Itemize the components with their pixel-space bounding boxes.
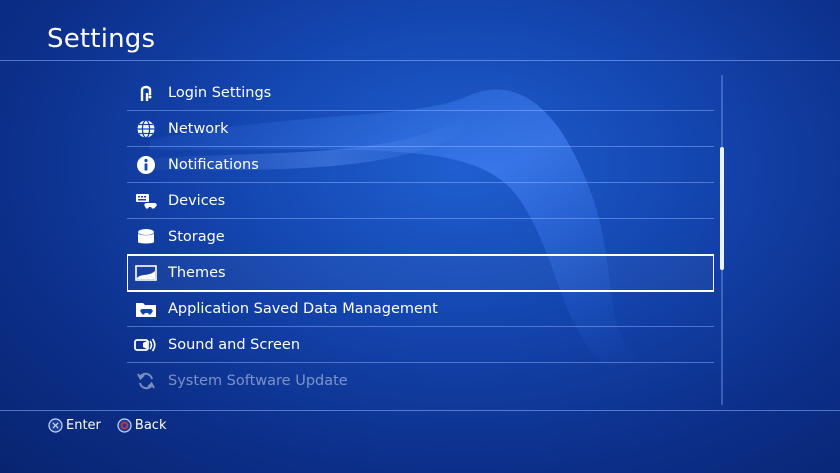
menu-item-devices[interactable]: Devices (127, 183, 714, 219)
menu-item-label: Network (168, 120, 229, 137)
menu-item-label: Notifications (168, 156, 259, 173)
storage-icon (134, 225, 158, 249)
circle-button-icon (117, 418, 132, 433)
menu-item-label: Themes (168, 264, 226, 281)
info-icon (134, 153, 158, 177)
back-hint[interactable]: Back (117, 418, 167, 433)
scrollbar-thumb[interactable] (720, 147, 724, 270)
devices-icon (134, 189, 158, 213)
menu-item-label: System Software Update (168, 373, 348, 389)
footer-divider (0, 410, 840, 411)
page-title: Settings (47, 24, 156, 54)
menu-item-network[interactable]: Network (127, 111, 714, 147)
refresh-icon (134, 369, 158, 393)
menu-item-label: Application Saved Data Management (168, 300, 438, 317)
globe-icon (134, 117, 158, 141)
enter-label: Enter (66, 418, 101, 433)
sound-screen-icon (134, 333, 158, 357)
scrollbar-track[interactable] (720, 75, 724, 405)
menu-item-label: Login Settings (168, 84, 272, 101)
button-hints: Enter Back (48, 418, 182, 433)
menu-item-notifications[interactable]: Notifications (127, 147, 714, 183)
themes-icon (134, 261, 158, 285)
menu-item-label: Storage (168, 228, 225, 245)
cross-button-icon (48, 418, 63, 433)
header-divider (0, 60, 840, 61)
enter-hint[interactable]: Enter (48, 418, 101, 433)
menu-item-system-software-update[interactable]: System Software Update (127, 363, 714, 399)
menu-item-label: Devices (168, 192, 226, 209)
menu-item-application-saved-data[interactable]: Application Saved Data Management (127, 291, 714, 327)
back-label: Back (134, 418, 167, 433)
menu-item-storage[interactable]: Storage (127, 219, 714, 255)
menu-item-login-settings[interactable]: Login Settings (127, 75, 714, 111)
settings-menu-list: Login Settings Network Notifications Dev… (127, 75, 714, 405)
menu-item-label: Sound and Screen (168, 336, 301, 353)
menu-item-themes[interactable]: Themes (127, 254, 714, 292)
menu-item-sound-and-screen[interactable]: Sound and Screen (127, 327, 714, 363)
login-settings-icon (134, 81, 158, 105)
folder-gamepad-icon (134, 297, 158, 321)
